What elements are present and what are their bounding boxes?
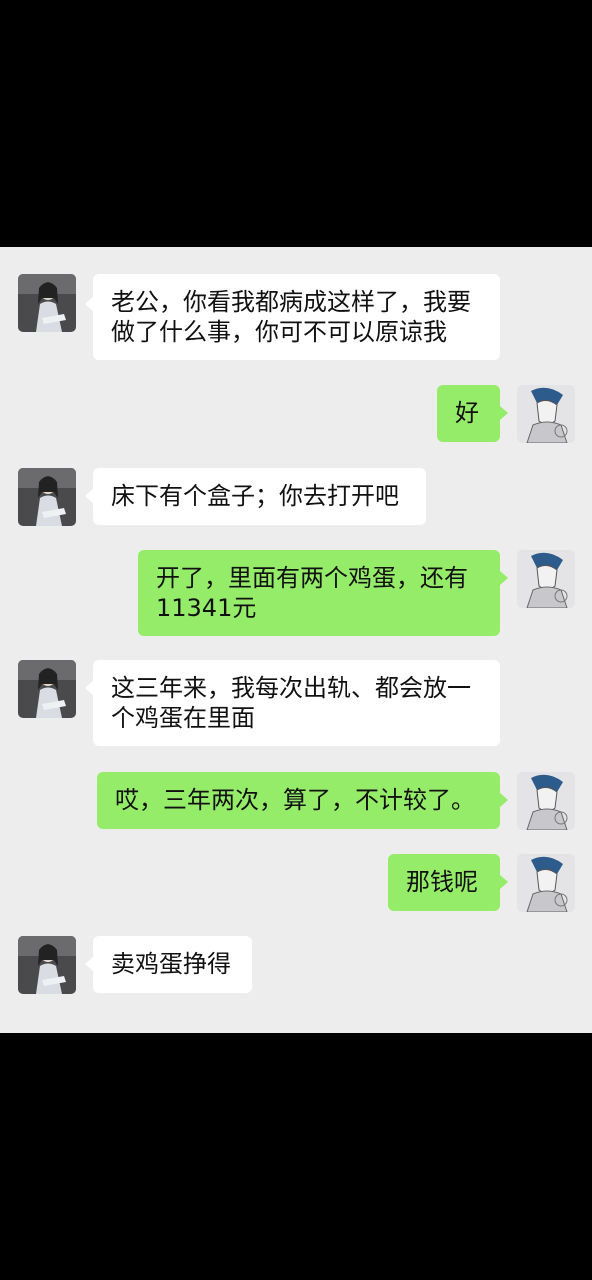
sketch-man-avatar-icon [517, 854, 575, 912]
bubble-tail [85, 681, 93, 695]
message-text: 床下有个盒子；你去打开吧 [111, 482, 399, 510]
contact-avatar[interactable] [18, 274, 76, 332]
screen: 老公，你看我都病成这样了，我要 做了什么事，你可不可以原谅我 好 床下有个盒子；… [0, 0, 592, 1280]
message-text: 做了什么事，你可不可以原谅我 [111, 318, 447, 346]
message-bubble-incoming[interactable]: 老公，你看我都病成这样了，我要 做了什么事，你可不可以原谅我 [93, 274, 500, 360]
message-text: 个鸡蛋在里面 [111, 704, 255, 732]
message-bubble-incoming[interactable]: 这三年来，我每次出轨、都会放一 个鸡蛋在里面 [93, 660, 500, 746]
contact-avatar[interactable] [18, 936, 76, 994]
message-text: 11341元 [156, 594, 257, 622]
message-bubble-outgoing[interactable]: 哎，三年两次，算了，不计较了。 [97, 772, 500, 829]
chat-area[interactable]: 老公，你看我都病成这样了，我要 做了什么事，你可不可以原谅我 好 床下有个盒子；… [0, 247, 592, 1033]
message-text: 开了，里面有两个鸡蛋，还有 [156, 564, 468, 592]
bubble-tail [500, 793, 508, 807]
bubble-tail [500, 875, 508, 889]
sketch-man-avatar-icon [517, 550, 575, 608]
woman-avatar-icon [18, 274, 76, 332]
contact-avatar[interactable] [18, 468, 76, 526]
message-text: 哎，三年两次，算了，不计较了。 [115, 786, 475, 814]
woman-avatar-icon [18, 936, 76, 994]
bubble-tail [500, 571, 508, 585]
message-text: 那钱呢 [406, 868, 478, 896]
message-text: 好 [455, 399, 479, 427]
message-bubble-incoming[interactable]: 床下有个盒子；你去打开吧 [93, 468, 426, 525]
sketch-man-avatar-icon [517, 772, 575, 830]
message-bubble-outgoing[interactable]: 那钱呢 [388, 854, 500, 911]
message-text: 老公，你看我都病成这样了，我要 [111, 288, 471, 316]
bubble-tail [500, 406, 508, 420]
sketch-man-avatar-icon [517, 385, 575, 443]
contact-avatar[interactable] [18, 660, 76, 718]
my-avatar[interactable] [517, 772, 575, 830]
woman-avatar-icon [18, 660, 76, 718]
message-bubble-incoming[interactable]: 卖鸡蛋挣得 [93, 936, 252, 993]
my-avatar[interactable] [517, 385, 575, 443]
bubble-tail [85, 489, 93, 503]
message-bubble-outgoing[interactable]: 好 [437, 385, 500, 442]
woman-avatar-icon [18, 468, 76, 526]
message-bubble-outgoing[interactable]: 开了，里面有两个鸡蛋，还有 11341元 [138, 550, 500, 636]
message-text: 这三年来，我每次出轨、都会放一 [111, 674, 471, 702]
my-avatar[interactable] [517, 854, 575, 912]
my-avatar[interactable] [517, 550, 575, 608]
bubble-tail [85, 297, 93, 311]
bubble-tail [85, 957, 93, 971]
message-text: 卖鸡蛋挣得 [111, 950, 231, 978]
